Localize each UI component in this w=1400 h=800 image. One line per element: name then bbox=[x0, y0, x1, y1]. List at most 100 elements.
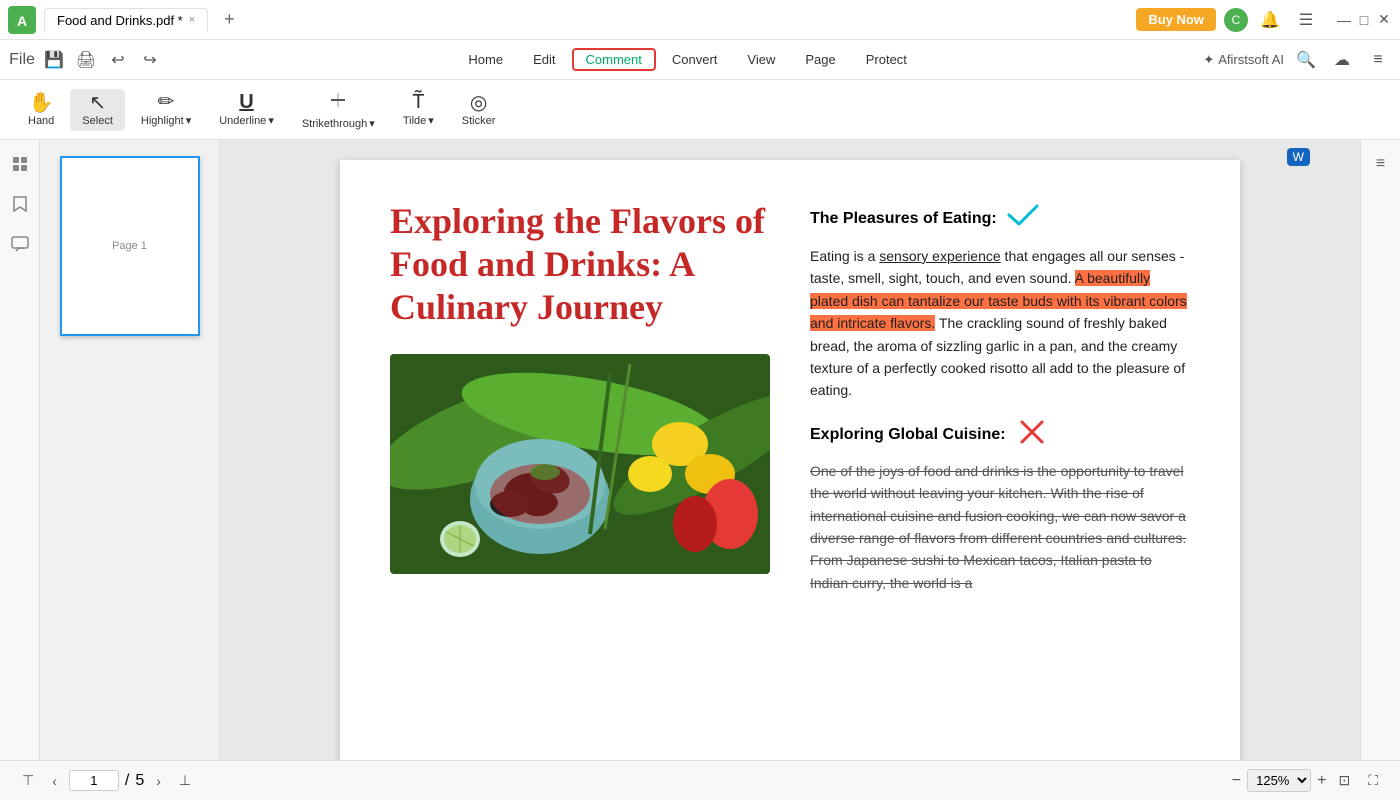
buy-now-button[interactable]: Buy Now bbox=[1136, 8, 1216, 31]
ai-button[interactable]: ✦ Afirstsoft AI bbox=[1203, 52, 1284, 68]
sticker-label: Sticker bbox=[462, 115, 496, 127]
page-separator: / bbox=[125, 772, 129, 790]
menu-icon[interactable]: ☰ bbox=[1292, 6, 1320, 34]
highlight-icon: ✏ bbox=[158, 92, 175, 112]
menu-bar: File 💾 🖨 ↩ ↪ Home Edit Comment Convert V… bbox=[0, 40, 1400, 80]
avatar: C bbox=[1224, 8, 1248, 32]
strikethrough-tool-btn[interactable]: Strikethrough ▾ bbox=[290, 85, 387, 134]
ai-label: Afirstsoft AI bbox=[1218, 52, 1284, 67]
tab-close-btn[interactable]: × bbox=[189, 14, 195, 26]
underline-arrow: ▾ bbox=[268, 114, 274, 127]
underline-icon: U bbox=[239, 92, 253, 112]
maximize-btn[interactable]: □ bbox=[1356, 12, 1372, 28]
strikethrough-icon bbox=[327, 89, 349, 115]
underline-label: Underline bbox=[219, 115, 266, 127]
nav-controls: ⊤ ‹ / 5 › ⊥ bbox=[16, 770, 197, 791]
title-bar: A Food and Drinks.pdf * × + Buy Now C 🔔 … bbox=[0, 0, 1400, 40]
zoom-controls: − 125% 100% 150% 75% + ⊡ ⛶ bbox=[1232, 769, 1384, 792]
sidebar-thumbnails-icon[interactable] bbox=[4, 148, 36, 180]
highlight-label: Highlight bbox=[141, 115, 184, 127]
select-icon: ↖ bbox=[89, 93, 106, 113]
menu-convert[interactable]: Convert bbox=[658, 48, 732, 71]
sticker-icon: ◎ bbox=[470, 93, 487, 113]
nav-first-btn[interactable]: ⊤ bbox=[16, 770, 40, 791]
tilde-label: Tilde bbox=[403, 115, 426, 127]
menu-page[interactable]: Page bbox=[791, 48, 849, 71]
fullscreen-btn[interactable]: ⛶ bbox=[1362, 770, 1384, 791]
app-logo: A bbox=[8, 6, 36, 34]
underline-span: sensory experience bbox=[879, 248, 1000, 264]
strikethrough-label: Strikethrough bbox=[302, 118, 367, 130]
search-icon[interactable]: 🔍 bbox=[1292, 46, 1320, 74]
menu-right: ✦ Afirstsoft AI 🔍 ☁ ≡ bbox=[1203, 46, 1392, 74]
hand-tool-btn[interactable]: ✋ Hand bbox=[16, 89, 66, 131]
save-icon[interactable]: 💾 bbox=[40, 46, 68, 74]
nav-next-btn[interactable]: › bbox=[150, 771, 167, 791]
right-sidebar: ≡ bbox=[1360, 140, 1400, 760]
bottom-bar: ⊤ ‹ / 5 › ⊥ − 125% 100% 150% 75% + ⊡ ⛶ bbox=[0, 760, 1400, 800]
food-image bbox=[390, 354, 770, 574]
menu-view[interactable]: View bbox=[733, 48, 789, 71]
print-icon[interactable]: 🖨 bbox=[72, 46, 100, 74]
body-text-1: Eating is a bbox=[810, 248, 879, 264]
menu-comment[interactable]: Comment bbox=[572, 48, 656, 71]
menu-file-area: File 💾 🖨 ↩ ↪ bbox=[8, 46, 164, 74]
menu-edit[interactable]: Edit bbox=[519, 48, 569, 71]
minimize-btn[interactable]: — bbox=[1336, 12, 1352, 28]
pdf-left-column: Exploring the Flavors of Food and Drinks… bbox=[390, 200, 770, 760]
active-tab[interactable]: Food and Drinks.pdf * × bbox=[44, 8, 208, 32]
undo-icon[interactable]: ↩ bbox=[104, 46, 132, 74]
pdf-page: Exploring the Flavors of Food and Drinks… bbox=[340, 160, 1240, 760]
more-icon[interactable]: ≡ bbox=[1364, 46, 1392, 74]
fit-page-btn[interactable]: ⊡ bbox=[1332, 770, 1356, 791]
nav-last-btn[interactable]: ⊥ bbox=[173, 770, 197, 791]
file-label: File bbox=[9, 51, 35, 69]
toolbar: ✋ Hand ↖ Select ✏ Highlight ▾ U Underlin… bbox=[0, 80, 1400, 140]
section2-heading-text: Exploring Global Cuisine: bbox=[810, 426, 1006, 444]
zoom-in-btn[interactable]: + bbox=[1317, 772, 1326, 790]
pdf-right-column: The Pleasures of Eating: Eating is a sen… bbox=[810, 200, 1190, 760]
total-pages: 5 bbox=[135, 772, 144, 790]
svg-text:A: A bbox=[17, 13, 27, 29]
checkmark-icon bbox=[1005, 200, 1041, 237]
select-label: Select bbox=[82, 115, 113, 127]
select-tool-btn[interactable]: ↖ Select bbox=[70, 89, 125, 131]
sticker-tool-btn[interactable]: ◎ Sticker bbox=[450, 89, 508, 131]
menu-home[interactable]: Home bbox=[454, 48, 517, 71]
window-controls: — □ ✕ bbox=[1336, 12, 1392, 28]
section2-heading: Exploring Global Cuisine: bbox=[810, 418, 1190, 452]
redo-icon[interactable]: ↪ bbox=[136, 46, 164, 74]
page-input[interactable] bbox=[69, 770, 119, 791]
crossmark-icon bbox=[1018, 418, 1046, 452]
cloud-icon[interactable]: ☁ bbox=[1328, 46, 1356, 74]
page-thumbnail[interactable]: Page 1 bbox=[60, 156, 200, 336]
new-tab-btn[interactable]: + bbox=[216, 9, 243, 30]
tilde-tool-btn[interactable]: T̃ Tilde ▾ bbox=[391, 88, 446, 131]
title-bar-right: Buy Now C 🔔 ☰ — □ ✕ bbox=[1136, 6, 1392, 34]
left-sidebar bbox=[0, 140, 40, 760]
sidebar-bookmarks-icon[interactable] bbox=[4, 188, 36, 220]
hand-label: Hand bbox=[28, 115, 54, 127]
right-sidebar-icon[interactable]: ≡ bbox=[1365, 148, 1397, 180]
underline-tool-btn[interactable]: U Underline ▾ bbox=[207, 88, 286, 131]
close-btn[interactable]: ✕ bbox=[1376, 12, 1392, 28]
notification-icon[interactable]: 🔔 bbox=[1256, 6, 1284, 34]
word-badge: W bbox=[1287, 148, 1310, 166]
section1-heading: The Pleasures of Eating: bbox=[810, 200, 1190, 237]
main-layout: Page 1 W Exploring the Flavors of Food a… bbox=[0, 140, 1400, 760]
highlight-tool-btn[interactable]: ✏ Highlight ▾ bbox=[129, 88, 203, 131]
word-icon: W bbox=[1293, 150, 1304, 164]
sidebar-comments-icon[interactable] bbox=[4, 228, 36, 260]
section1-heading-text: The Pleasures of Eating: bbox=[810, 210, 997, 228]
menu-items: Home Edit Comment Convert View Page Prot… bbox=[176, 48, 1199, 71]
document-title: Exploring the Flavors of Food and Drinks… bbox=[390, 200, 770, 330]
tab-title: Food and Drinks.pdf * bbox=[57, 13, 183, 28]
zoom-select[interactable]: 125% 100% 150% 75% bbox=[1247, 769, 1311, 792]
zoom-out-btn[interactable]: − bbox=[1232, 772, 1241, 790]
menu-protect[interactable]: Protect bbox=[852, 48, 921, 71]
hand-icon: ✋ bbox=[29, 93, 54, 113]
section2-body: One of the joys of food and drinks is th… bbox=[810, 460, 1190, 594]
tilde-icon: T̃ bbox=[412, 92, 424, 112]
file-menu-btn[interactable]: File bbox=[8, 46, 36, 74]
nav-prev-btn[interactable]: ‹ bbox=[46, 771, 63, 791]
